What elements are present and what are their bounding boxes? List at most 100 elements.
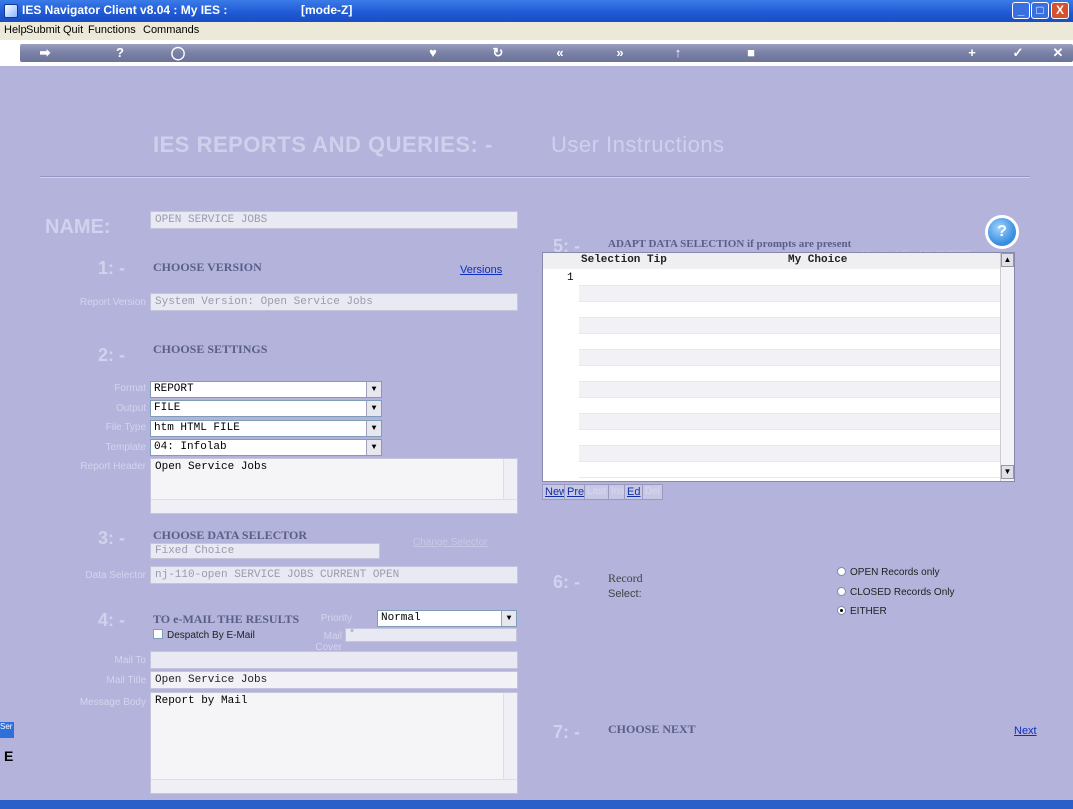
step4-number: 4: - [98,610,125,630]
filetype-select[interactable]: htm HTML FILE ▼ [150,420,382,437]
table-row[interactable] [579,302,1002,318]
scrollbar[interactable]: ▲ ▼ [1000,253,1014,481]
step2-number: 2: - [98,345,125,365]
menu-quit[interactable]: Quit [63,24,83,36]
table-row[interactable] [579,334,1002,350]
table-row[interactable] [579,318,1002,334]
edit-button[interactable]: Ed [624,484,644,500]
maximize-button[interactable]: □ [1031,2,1049,19]
radio-dot[interactable] [837,606,846,615]
up-icon[interactable]: ↑ [670,45,686,61]
priority-select[interactable]: Normal ▼ [377,610,517,627]
toolbar-strip: ➡ ? ◯ ♥ ↻ « » ↑ ■ + ✓ ✕ [20,44,1073,62]
search-icon[interactable]: ◯ [170,45,186,61]
grid-header: Selection Tip My Choice [543,253,1002,269]
chevron-down-icon[interactable]: ▼ [366,421,381,436]
first-icon[interactable]: « [552,45,568,61]
chevron-down-icon[interactable]: ▼ [366,440,381,455]
menu-functions[interactable]: Functions [88,24,136,36]
chevron-down-icon[interactable]: ▼ [501,611,516,626]
mail-title-field[interactable]: Open Service Jobs [150,671,518,689]
radio-open-label: OPEN Records only [850,567,940,578]
plus-icon[interactable]: + [964,45,980,61]
step7-heading: CHOOSE NEXT [608,722,696,736]
data-selector-field[interactable]: nj-110-open SERVICE JOBS CURRENT OPEN [150,566,518,584]
help-button[interactable]: ? [985,215,1019,249]
radio-either[interactable]: EITHER [837,606,887,617]
table-row[interactable] [579,350,1002,366]
mail-cover-field[interactable]: * [345,628,517,642]
toolbar: ➡ ? ◯ ♥ ↻ « » ↑ ■ + ✓ ✕ [0,40,1073,66]
close-icon[interactable]: ✕ [1050,45,1066,61]
chevron-down-icon[interactable]: ▼ [366,382,381,397]
stop-icon[interactable]: ■ [743,45,759,61]
step5-heading: ADAPT DATA SELECTION if prompts are pres… [608,238,852,250]
checkbox-box[interactable] [153,629,163,639]
message-body-textarea[interactable]: Report by Mail [150,692,518,794]
table-row[interactable] [579,446,1002,462]
table-row[interactable] [579,270,1002,286]
table-row[interactable] [579,366,1002,382]
mail-to-field[interactable] [150,651,518,669]
filetype-value: htm HTML FILE [154,422,240,434]
exit-arrow-icon[interactable]: ➡ [30,45,60,61]
name-field[interactable]: OPEN SERVICE JOBS [150,211,518,229]
format-select[interactable]: REPORT ▼ [150,381,382,398]
despatch-checkbox[interactable]: Despatch By E-Mail [153,629,255,641]
table-row[interactable] [579,462,1002,478]
scrollbar[interactable] [151,499,517,513]
refresh-icon[interactable]: ↻ [490,45,506,61]
scroll-up-icon[interactable]: ▲ [1001,253,1014,267]
heart-icon[interactable]: ♥ [425,45,441,61]
side-tab[interactable]: Ser [0,722,14,738]
radio-open-records[interactable]: OPEN Records only [837,567,939,578]
help-icon[interactable]: ? [112,45,128,61]
col-my-choice: My Choice [788,254,848,266]
radio-dot[interactable] [837,587,846,596]
selection-grid[interactable]: Selection Tip My Choice 1 ▲ ▼ [542,252,1015,482]
priority-value: Normal [381,612,421,624]
radio-closed-label: CLOSED Records Only [850,587,955,598]
radio-either-label: EITHER [850,606,887,617]
table-row[interactable] [579,430,1002,446]
radio-closed-records[interactable]: CLOSED Records Only [837,587,954,598]
template-label: Template [105,442,146,453]
page-title: IES REPORTS AND QUERIES: - [153,132,493,157]
chevron-down-icon[interactable]: ▼ [366,401,381,416]
last-icon[interactable]: » [612,45,628,61]
report-header-value: Open Service Jobs [155,461,268,473]
template-select[interactable]: 04: Infolab ▼ [150,439,382,456]
menu-help[interactable]: Help [4,24,27,36]
menu-commands[interactable]: Commands [143,24,199,36]
output-select[interactable]: FILE ▼ [150,400,382,417]
table-row[interactable] [579,382,1002,398]
scrollbar[interactable] [151,779,517,793]
next-link[interactable]: Next [1014,725,1037,737]
mail-cover-label: Mail Cover [315,631,342,653]
versions-link[interactable]: Versions [460,264,502,276]
change-selector-link[interactable]: Change Selector [413,537,488,548]
scrollbar[interactable] [503,459,517,499]
scroll-down-icon[interactable]: ▼ [1001,465,1014,479]
last-button[interactable]: Last [584,484,609,500]
step1-number: 1: - [98,258,125,278]
window-mode: [mode-Z] [301,3,353,17]
bottom-bar [0,800,1073,809]
step2-heading: CHOOSE SETTINGS [153,342,268,356]
step7-number: 7: - [553,722,580,742]
menu-submit[interactable]: Submit [26,24,60,36]
scrollbar[interactable] [503,693,517,779]
name-label: NAME: [45,216,111,238]
delete-button[interactable]: Del [642,484,664,500]
radio-dot[interactable] [837,567,846,576]
report-version-field[interactable]: System Version: Open Service Jobs [150,293,518,311]
table-row[interactable] [579,286,1002,302]
table-row[interactable] [579,414,1002,430]
col-selection-tip: Selection Tip [581,254,667,266]
minimize-button[interactable]: _ [1012,2,1030,19]
table-row[interactable] [579,398,1002,414]
check-icon[interactable]: ✓ [1010,45,1026,61]
close-button[interactable]: X [1051,2,1069,19]
report-header-textarea[interactable]: Open Service Jobs [150,458,518,514]
menu-bar: Help Submit Quit Functions Commands [0,22,1073,40]
